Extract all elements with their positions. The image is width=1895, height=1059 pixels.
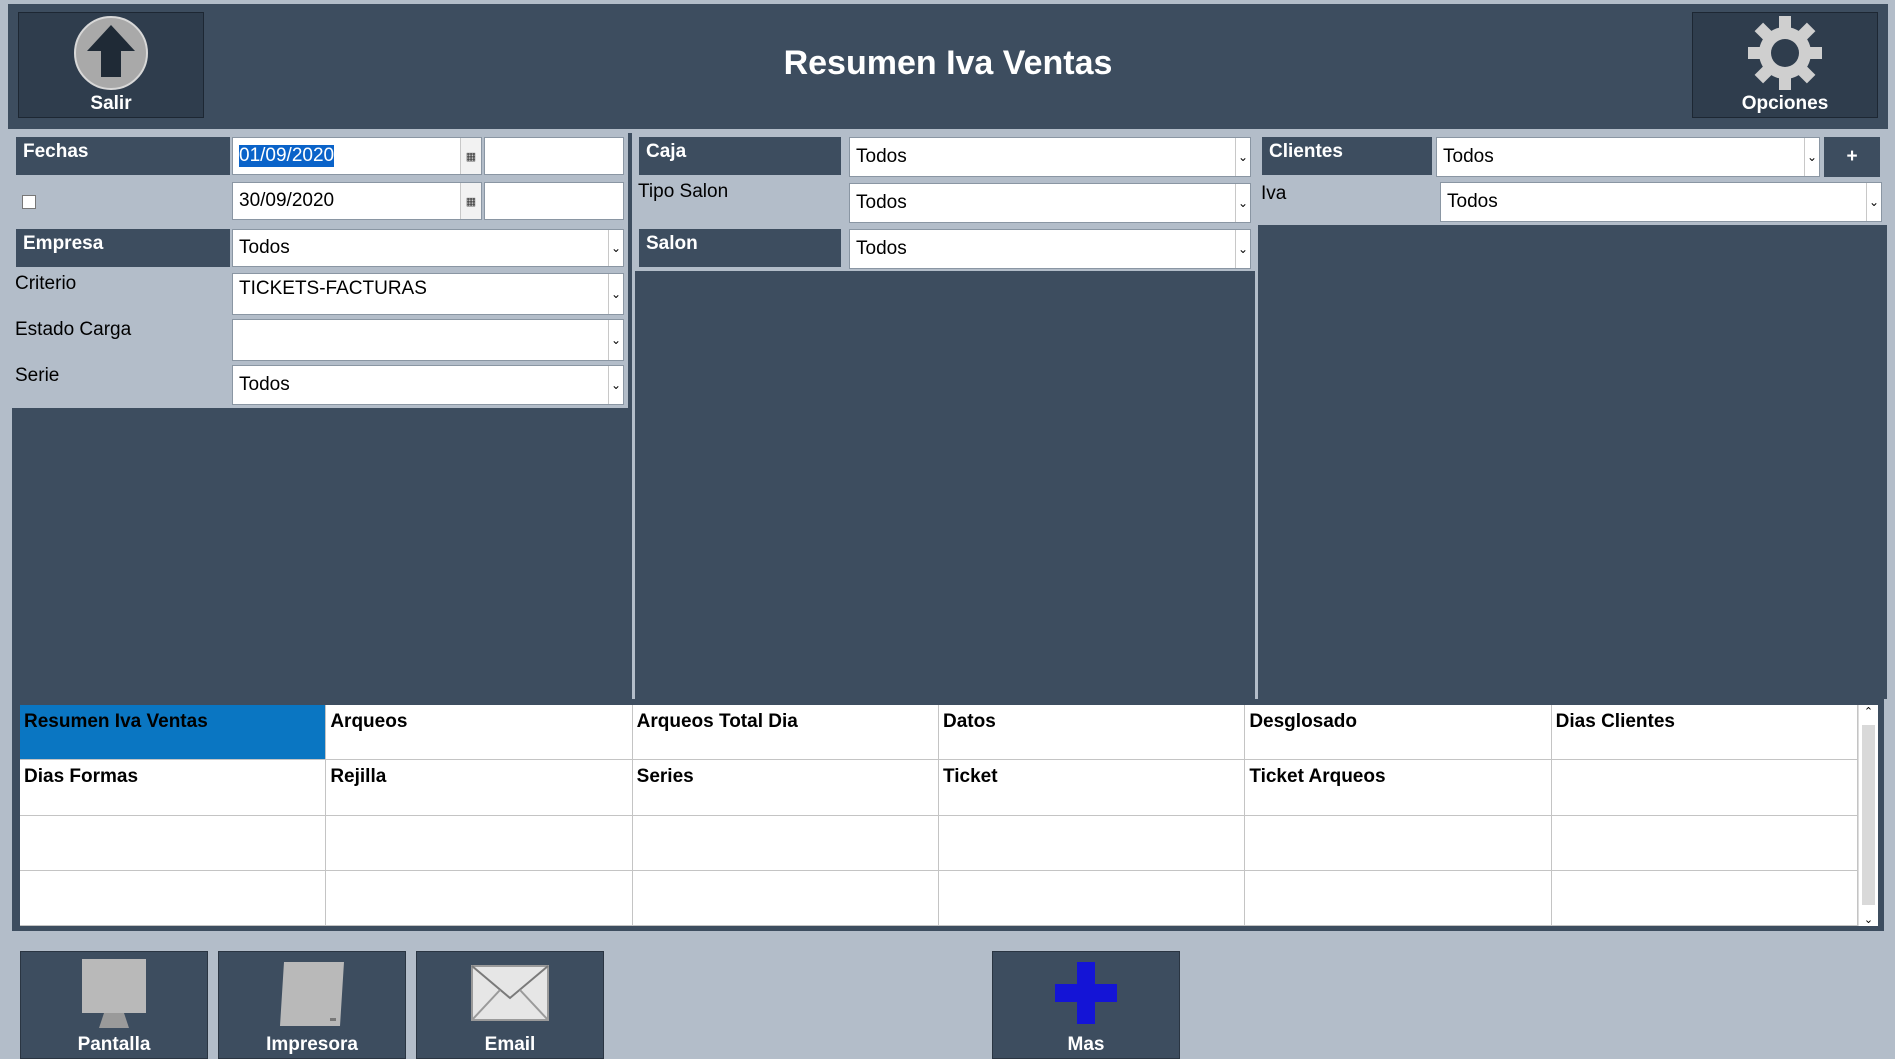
mas-label: Mas xyxy=(1067,1034,1105,1055)
empresa-select[interactable]: Todos ⌄ xyxy=(232,229,624,267)
chevron-down-icon[interactable]: ⌄ xyxy=(1235,184,1250,222)
scroll-down-icon[interactable]: ⌄ xyxy=(1859,913,1878,926)
report-cell-empty[interactable] xyxy=(326,870,633,926)
report-cell-empty[interactable] xyxy=(632,870,939,926)
pantalla-button[interactable]: Pantalla xyxy=(20,951,208,1059)
chevron-down-icon[interactable]: ⌄ xyxy=(1804,138,1819,176)
salon-select[interactable]: Todos ⌄ xyxy=(849,229,1251,269)
report-cell-desglosado[interactable]: Desglosado xyxy=(1245,705,1552,761)
filters-area: Fechas 01/09/2020 ▦ 30/09/2020 ▦ Empresa… xyxy=(12,133,1887,699)
filter-panel-dates: Fechas 01/09/2020 ▦ 30/09/2020 ▦ Empresa… xyxy=(12,133,628,699)
screen-icon xyxy=(79,952,149,1034)
date-range-checkbox[interactable] xyxy=(22,195,36,209)
chevron-down-icon[interactable]: ⌄ xyxy=(1866,183,1881,221)
mas-button[interactable]: Mas xyxy=(992,951,1180,1059)
report-grid-area: Resumen Iva Ventas Arqueos Arqueos Total… xyxy=(12,699,1884,931)
impresora-button[interactable]: Impresora xyxy=(218,951,406,1059)
report-cell-resumen-iva-ventas[interactable]: Resumen Iva Ventas xyxy=(20,705,327,761)
report-cell-empty[interactable] xyxy=(1551,870,1858,926)
report-grid: Resumen Iva Ventas Arqueos Arqueos Total… xyxy=(20,705,1858,926)
filter-panel-caja: Caja Todos ⌄ Tipo Salon Todos ⌄ Salon To… xyxy=(632,133,1257,699)
options-button[interactable]: Opciones xyxy=(1692,12,1878,118)
calendar-icon[interactable]: ▦ xyxy=(460,183,481,219)
date-to-value: 30/09/2020 xyxy=(239,190,335,211)
header-bar: Salir Resumen Iva Ventas Opciones xyxy=(8,4,1888,129)
report-cell-arqueos-total-dia[interactable]: Arqueos Total Dia xyxy=(632,705,939,761)
iva-select[interactable]: Todos ⌄ xyxy=(1440,182,1882,222)
empresa-label: Empresa xyxy=(16,229,230,267)
report-cell-dias-clientes[interactable]: Dias Clientes xyxy=(1551,705,1858,761)
report-cell-empty[interactable] xyxy=(939,815,1246,871)
exit-label: Salir xyxy=(90,93,132,114)
printer-icon xyxy=(276,952,348,1034)
report-cell-empty[interactable] xyxy=(632,815,939,871)
caja-label: Caja xyxy=(639,137,841,175)
time-to-field[interactable] xyxy=(484,182,624,220)
add-client-button[interactable]: + xyxy=(1824,137,1880,177)
date-from-value: 01/09/2020 xyxy=(239,145,335,167)
report-cell-empty[interactable] xyxy=(1551,815,1858,871)
chevron-down-icon[interactable]: ⌄ xyxy=(608,274,623,314)
tipo-salon-label: Tipo Salon xyxy=(638,181,729,202)
report-grid-scrollbar[interactable]: ⌃ ⌄ xyxy=(1858,705,1878,926)
scroll-thumb[interactable] xyxy=(1862,725,1875,905)
serie-label: Serie xyxy=(15,365,60,386)
report-cell-empty[interactable] xyxy=(20,870,327,926)
criterio-value: TICKETS-FACTURAS xyxy=(239,278,427,299)
pantalla-label: Pantalla xyxy=(77,1034,151,1055)
report-cell-datos[interactable]: Datos xyxy=(939,705,1246,761)
estado-carga-label: Estado Carga xyxy=(15,319,132,340)
fechas-label: Fechas xyxy=(16,137,230,175)
empresa-value: Todos xyxy=(239,237,290,258)
filter-panel-clientes: Clientes Todos ⌄ + Iva Todos ⌄ xyxy=(1255,133,1887,699)
bottom-toolbar: Pantalla Impresora Email Mas xyxy=(8,935,1888,1059)
report-cell-empty[interactable] xyxy=(326,815,633,871)
serie-select[interactable]: Todos ⌄ xyxy=(232,365,624,405)
report-cell-rejilla[interactable]: Rejilla xyxy=(326,760,633,816)
report-cell-series[interactable]: Series xyxy=(632,760,939,816)
clientes-label: Clientes xyxy=(1262,137,1432,175)
plus-icon xyxy=(1053,952,1119,1034)
scroll-up-icon[interactable]: ⌃ xyxy=(1859,705,1878,718)
report-cell-empty[interactable] xyxy=(1245,815,1552,871)
salon-value: Todos xyxy=(856,238,907,259)
tipo-salon-value: Todos xyxy=(856,192,907,213)
date-from-field[interactable]: 01/09/2020 ▦ xyxy=(232,137,482,175)
caja-value: Todos xyxy=(856,146,907,167)
tipo-salon-select[interactable]: Todos ⌄ xyxy=(849,183,1251,223)
report-cell-empty[interactable] xyxy=(939,870,1246,926)
email-label: Email xyxy=(484,1034,536,1055)
iva-value: Todos xyxy=(1447,191,1498,212)
report-cell-ticket-arqueos[interactable]: Ticket Arqueos xyxy=(1245,760,1552,816)
chevron-down-icon[interactable]: ⌄ xyxy=(608,366,623,404)
caja-select[interactable]: Todos ⌄ xyxy=(849,137,1251,177)
report-cell-empty[interactable] xyxy=(1551,760,1858,816)
date-to-field[interactable]: 30/09/2020 ▦ xyxy=(232,182,482,220)
criterio-label: Criterio xyxy=(15,273,77,294)
report-cell-arqueos[interactable]: Arqueos xyxy=(326,705,633,761)
calendar-icon[interactable]: ▦ xyxy=(460,138,481,174)
impresora-label: Impresora xyxy=(266,1034,358,1055)
report-cell-empty[interactable] xyxy=(1245,870,1552,926)
chevron-down-icon[interactable]: ⌄ xyxy=(1235,230,1250,268)
gear-icon xyxy=(1746,13,1824,93)
clientes-value: Todos xyxy=(1443,146,1494,167)
time-from-field[interactable] xyxy=(484,137,624,175)
options-label: Opciones xyxy=(1741,93,1829,114)
envelope-icon xyxy=(470,952,550,1034)
report-cell-ticket[interactable]: Ticket xyxy=(939,760,1246,816)
chevron-down-icon[interactable]: ⌄ xyxy=(608,230,623,266)
salon-label: Salon xyxy=(639,229,841,267)
email-button[interactable]: Email xyxy=(416,951,604,1059)
report-cell-empty[interactable] xyxy=(20,815,327,871)
estado-carga-select[interactable]: ⌄ xyxy=(232,319,624,361)
report-cell-dias-formas[interactable]: Dias Formas xyxy=(20,760,327,816)
clientes-select[interactable]: Todos ⌄ xyxy=(1436,137,1820,177)
serie-value: Todos xyxy=(239,374,290,395)
chevron-down-icon[interactable]: ⌄ xyxy=(608,320,623,360)
criterio-select[interactable]: TICKETS-FACTURAS ⌄ xyxy=(232,273,624,315)
page-title: Resumen Iva Ventas xyxy=(783,44,1113,82)
iva-label: Iva xyxy=(1261,183,1287,204)
chevron-down-icon[interactable]: ⌄ xyxy=(1235,138,1250,176)
